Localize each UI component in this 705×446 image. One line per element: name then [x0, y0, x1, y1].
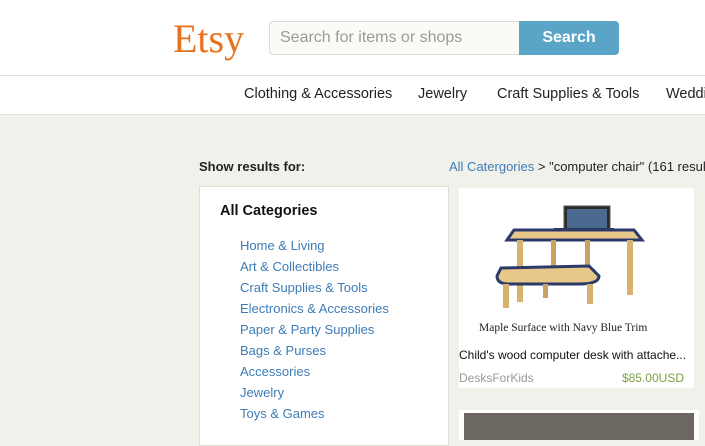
header: Etsy Search	[0, 0, 705, 75]
search-button[interactable]: Search	[519, 21, 619, 55]
listing-card-2[interactable]	[459, 410, 699, 440]
breadcrumb-all-categories-link[interactable]: All Catergories	[449, 159, 534, 174]
listing-card[interactable]: Maple Surface with Navy Blue Trim Child'…	[459, 188, 694, 388]
nav-item-weddings[interactable]: Weddi	[666, 86, 705, 102]
etsy-logo[interactable]: Etsy	[173, 17, 244, 61]
category-panel-title: All Categories	[220, 203, 318, 219]
category-link-toys-games[interactable]: Toys & Games	[240, 403, 389, 424]
breadcrumb-query-text: > "computer chair" (161 resul	[534, 159, 705, 174]
search-input[interactable]	[269, 21, 519, 55]
listing-shop-name[interactable]: DesksForKids	[459, 371, 534, 385]
category-link-paper-party[interactable]: Paper & Party Supplies	[240, 319, 389, 340]
nav-item-jewelry[interactable]: Jewelry	[418, 86, 467, 102]
category-link-art-collectibles[interactable]: Art & Collectibles	[240, 256, 389, 277]
category-link-bags-purses[interactable]: Bags & Purses	[240, 340, 389, 361]
show-results-label: Show results for:	[199, 159, 306, 174]
category-link-home-living[interactable]: Home & Living	[240, 235, 389, 256]
category-link-jewelry[interactable]: Jewelry	[240, 382, 389, 403]
listing-image-2[interactable]	[464, 413, 694, 440]
listing-image-caption: Maple Surface with Navy Blue Trim	[479, 322, 648, 334]
listing-title[interactable]: Child's wood computer desk with attache.…	[459, 348, 694, 362]
category-nav: Clothing & Accessories Jewelry Craft Sup…	[0, 75, 705, 115]
category-link-craft-supplies[interactable]: Craft Supplies & Tools	[240, 277, 389, 298]
listing-image[interactable]	[459, 188, 694, 340]
category-link-electronics[interactable]: Electronics & Accessories	[240, 298, 389, 319]
nav-item-clothing[interactable]: Clothing & Accessories	[244, 86, 392, 102]
category-link-accessories[interactable]: Accessories	[240, 361, 389, 382]
nav-item-craft-supplies[interactable]: Craft Supplies & Tools	[497, 86, 639, 102]
category-panel: All Categories Home & Living Art & Colle…	[199, 186, 449, 446]
listing-price: $85.00USD	[621, 371, 684, 385]
category-list: Home & Living Art & Collectibles Craft S…	[240, 235, 389, 424]
breadcrumb: All Catergories > "computer chair" (161 …	[449, 159, 705, 174]
